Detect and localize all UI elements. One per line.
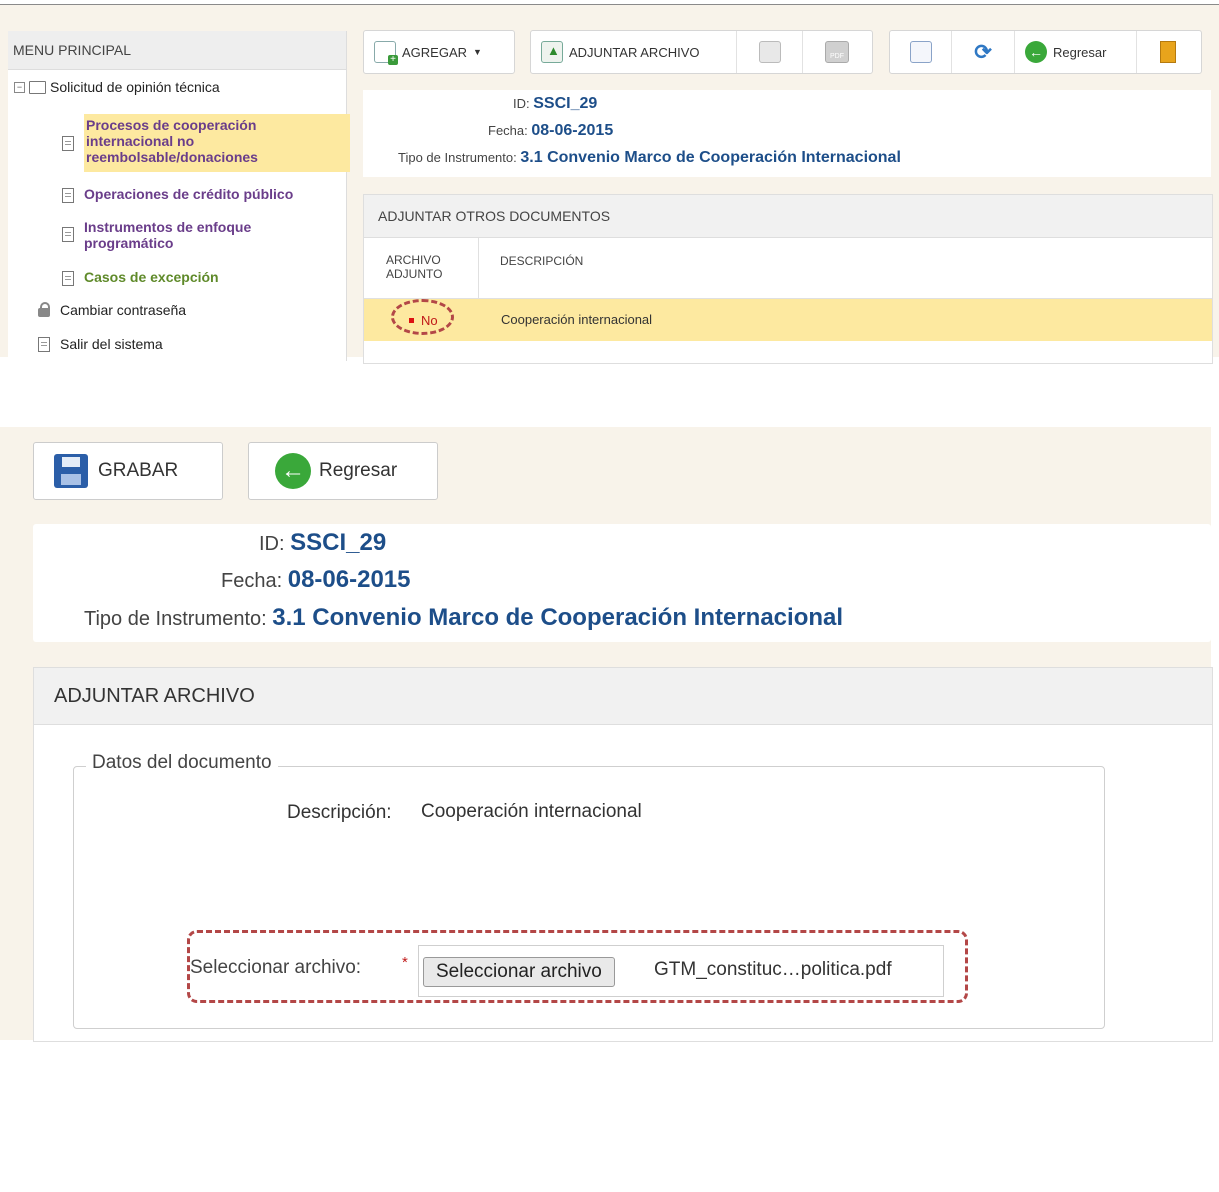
- menu-header: MENU PRINCIPAL: [8, 31, 346, 70]
- preview-button[interactable]: [890, 31, 952, 73]
- logout-icon: [38, 337, 50, 352]
- lock-icon: [38, 301, 50, 317]
- refresh-icon: ⟳: [974, 40, 992, 64]
- save-button-label: GRABAR: [98, 460, 179, 481]
- type-value: 3.1 Convenio Marco de Cooperación Intern…: [272, 604, 844, 631]
- preview-icon: [909, 41, 932, 63]
- type-label: Tipo de Instrumento:: [84, 608, 267, 630]
- id-value: SSCI_29: [290, 529, 387, 556]
- back-button[interactable]: ← Regresar: [1015, 31, 1137, 73]
- date-row: Fecha: 08-06-2015: [221, 566, 410, 594]
- add-document-icon: +: [374, 41, 398, 65]
- sidebar-item-programatico[interactable]: Instrumentos de enfoque programático: [62, 219, 274, 251]
- folder-icon: [29, 80, 46, 94]
- document-icon: [62, 188, 74, 203]
- description-value: Cooperación internacional: [421, 801, 642, 822]
- document-icon: [62, 136, 74, 151]
- table-row[interactable]: No Cooperación internacional: [364, 299, 1212, 341]
- sidebar-item-credito[interactable]: Operaciones de crédito público: [62, 186, 293, 203]
- fieldset-legend: Datos del documento: [86, 752, 278, 774]
- sidebar-item-label: Casos de excepción: [84, 269, 219, 285]
- chevron-down-icon: ▼: [473, 47, 482, 57]
- date-row: Fecha: 08-06-2015: [488, 122, 613, 140]
- id-label: ID:: [259, 533, 285, 555]
- exit-button[interactable]: [1137, 31, 1199, 73]
- column-header-attached: ARCHIVO ADJUNTO: [386, 253, 442, 281]
- attach-file-button[interactable]: ▲ ADJUNTAR ARCHIVO: [531, 31, 737, 73]
- pdf-button[interactable]: PDF: [803, 31, 871, 73]
- delete-file-button[interactable]: [737, 31, 803, 73]
- id-value: SSCI_29: [533, 95, 598, 112]
- document-icon: [62, 227, 74, 242]
- sidebar-menu: MENU PRINCIPAL − Solicitud de opinión té…: [8, 31, 350, 361]
- column-divider: [478, 238, 479, 298]
- type-label: Tipo de Instrumento:: [398, 150, 517, 165]
- panel-title: ADJUNTAR ARCHIVO: [34, 668, 1212, 725]
- sidebar-item-label: Cambiar contraseña: [60, 302, 187, 318]
- back-button-label: Regresar: [319, 460, 398, 481]
- date-value: 08-06-2015: [531, 122, 614, 139]
- column-header-line: ADJUNTO: [386, 267, 443, 281]
- toolbar-add-group: + AGREGAR ▼: [363, 30, 515, 74]
- document-data-fieldset: Datos del documento Descripción: Coopera…: [73, 752, 1105, 1029]
- refresh-button[interactable]: ⟳: [952, 31, 1015, 73]
- type-value: 3.1 Convenio Marco de Cooperación Intern…: [520, 149, 901, 166]
- sidebar-item-label: Operaciones de crédito público: [84, 186, 294, 202]
- sidebar-item-label: Salir del sistema: [60, 335, 163, 352]
- request-info: ID: SSCI_29 Fecha: 08-06-2015 Tipo de In…: [363, 90, 1211, 177]
- tree-root-label: Solicitud de opinión técnica: [50, 79, 220, 95]
- attach-documents-panel: ADJUNTAR OTROS DOCUMENTOS ARCHIVO ADJUNT…: [363, 194, 1213, 364]
- floppy-disk-icon: [54, 454, 88, 488]
- toolbar-nav-group: ⟳ ← Regresar: [889, 30, 1202, 74]
- delete-document-icon: [758, 41, 781, 63]
- add-button-label: AGREGAR: [402, 44, 468, 60]
- sidebar-item-label: Procesos de cooperación internacional no…: [86, 117, 258, 165]
- sidebar-item-excepcion[interactable]: Casos de excepción: [62, 269, 219, 286]
- id-row: ID: SSCI_29: [513, 95, 597, 113]
- collapse-icon[interactable]: −: [14, 81, 25, 93]
- back-arrow-icon: ←: [1025, 41, 1047, 63]
- back-button[interactable]: ← Regresar: [248, 442, 438, 500]
- sidebar-item-change-password[interactable]: Cambiar contraseña: [38, 301, 187, 318]
- description-label: Descripción:: [287, 802, 392, 823]
- panel-title: ADJUNTAR OTROS DOCUMENTOS: [364, 195, 1212, 238]
- id-row: ID: SSCI_29: [259, 529, 386, 557]
- column-header-line: ARCHIVO: [386, 253, 441, 267]
- sidebar-item-cooperacion[interactable]: Procesos de cooperación internacional no…: [62, 114, 350, 172]
- sidebar-item-label: Instrumentos de enfoque programático: [84, 219, 252, 251]
- highlight-circle: [391, 299, 454, 335]
- sidebar-item-logout[interactable]: Salir del sistema: [38, 335, 163, 352]
- add-button[interactable]: + AGREGAR ▼: [364, 31, 514, 73]
- type-row: Tipo de Instrumento: 3.1 Convenio Marco …: [398, 149, 901, 167]
- back-button-label: Regresar: [1053, 44, 1107, 60]
- id-label: ID:: [513, 96, 530, 111]
- attach-file-label: ADJUNTAR ARCHIVO: [569, 44, 700, 60]
- date-value: 08-06-2015: [287, 566, 411, 593]
- bottom-screenshot: GRABAR ← Regresar ID: SSCI_29 Fecha: 08-…: [0, 427, 1213, 1042]
- highlight-box: [187, 930, 968, 1003]
- column-header-description: DESCRIPCIÓN: [500, 254, 584, 268]
- save-button[interactable]: GRABAR: [33, 442, 223, 500]
- date-label: Fecha:: [488, 123, 528, 138]
- back-arrow-icon: ←: [275, 453, 311, 489]
- pdf-icon: PDF: [825, 41, 849, 63]
- document-icon: [62, 271, 74, 286]
- toolbar-attach-group: ▲ ADJUNTAR ARCHIVO PDF: [530, 30, 873, 74]
- attach-file-panel: ADJUNTAR ARCHIVO Datos del documento Des…: [33, 667, 1213, 1042]
- type-row: Tipo de Instrumento: 3.1 Convenio Marco …: [84, 604, 843, 632]
- row-description: Cooperación internacional: [501, 312, 653, 327]
- upload-icon: ▲: [541, 41, 563, 63]
- date-label: Fecha:: [221, 570, 283, 592]
- exit-door-icon: [1160, 41, 1176, 63]
- top-screenshot: MENU PRINCIPAL − Solicitud de opinión té…: [0, 5, 1219, 364]
- tree-root-node[interactable]: − Solicitud de opinión técnica: [14, 79, 220, 95]
- request-info: ID: SSCI_29 Fecha: 08-06-2015 Tipo de In…: [33, 524, 1211, 642]
